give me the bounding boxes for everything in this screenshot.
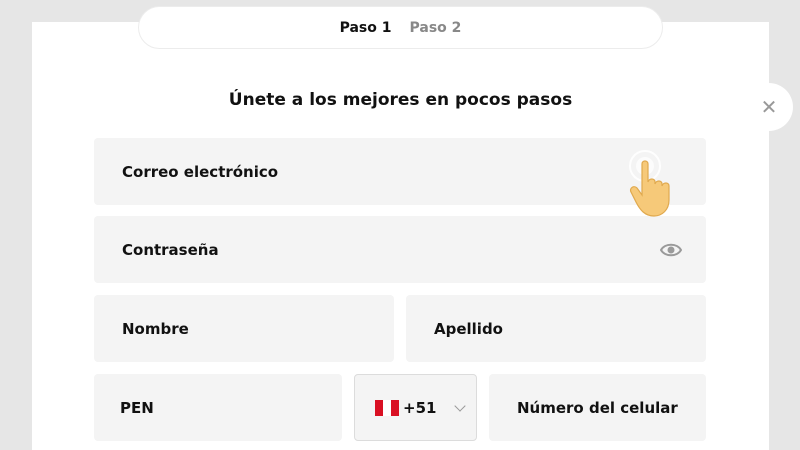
phone-field[interactable]: Número del celular <box>489 374 706 441</box>
phone-field-label: Número del celular <box>517 398 678 417</box>
tab-step-2[interactable]: Paso 2 <box>410 20 462 36</box>
password-field[interactable]: Contraseña <box>94 216 706 283</box>
tap-hand-icon <box>629 150 670 217</box>
country-code-select[interactable]: +51 <box>354 374 477 441</box>
step-indicator: Paso 1 Paso 2 <box>138 6 663 49</box>
peru-flag-icon <box>375 399 399 416</box>
password-field-label: Contraseña <box>122 240 219 259</box>
page-title: Únete a los mejores en pocos pasos <box>228 90 573 110</box>
tab-step-1[interactable]: Paso 1 <box>340 20 392 36</box>
first-name-field[interactable]: Nombre <box>94 295 394 362</box>
currency-value: PEN <box>120 398 154 417</box>
eye-icon[interactable] <box>660 240 682 260</box>
first-name-field-label: Nombre <box>122 319 189 338</box>
currency-select[interactable]: PEN <box>94 374 342 441</box>
country-code-value: +51 <box>403 398 437 417</box>
last-name-field-label: Apellido <box>434 319 503 338</box>
last-name-field[interactable]: Apellido <box>406 295 706 362</box>
email-field[interactable]: Correo electrónico <box>94 138 706 205</box>
email-field-label: Correo electrónico <box>122 162 279 181</box>
chevron-down-icon <box>454 400 466 412</box>
